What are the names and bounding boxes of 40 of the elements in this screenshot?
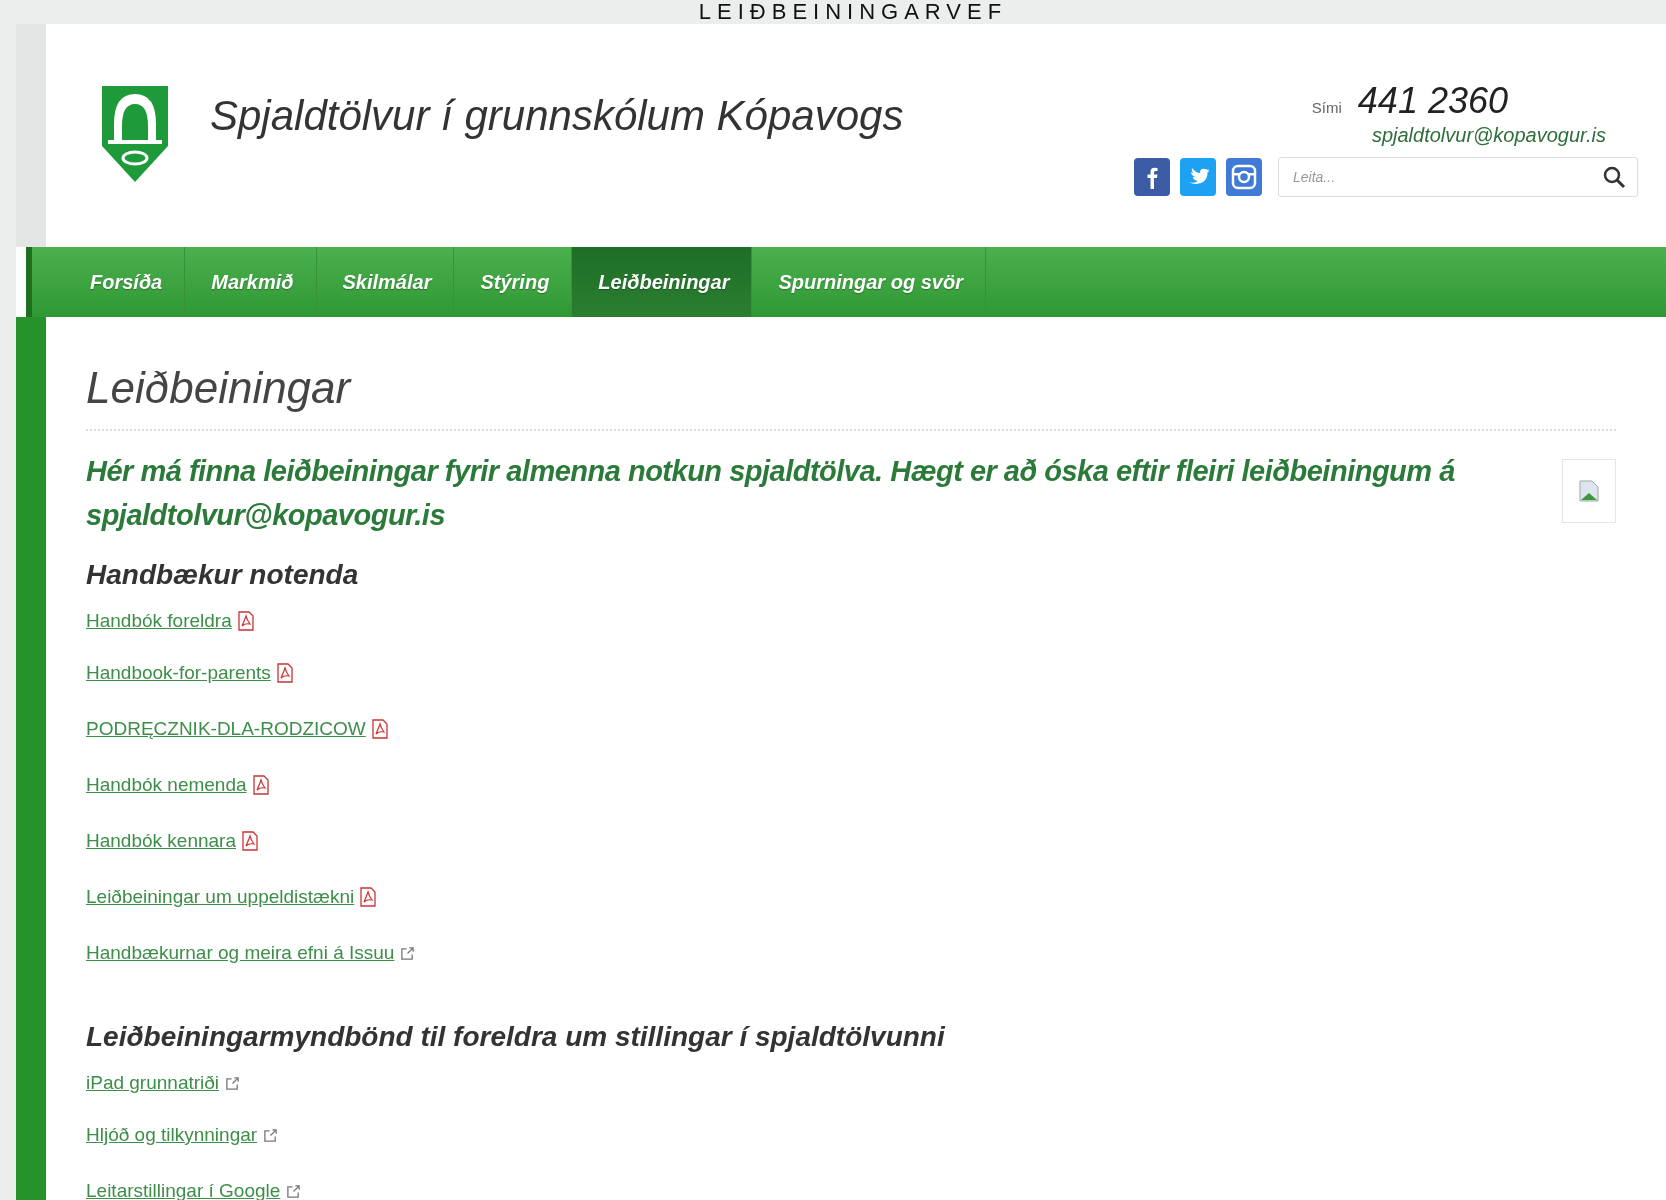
intro-text: Hér má finna leiðbeiningar fyrir almenna notkun spjaldtölva. Hægt er að óska eftir fleiri leiðbeiningum á spjaldtolvur@kopavogur.is xyxy=(86,454,1456,533)
nav-tab[interactable]: Skilmálar xyxy=(316,247,455,317)
document-link[interactable]: Handbook-for-parents xyxy=(86,662,271,684)
external-link-icon xyxy=(286,1183,302,1199)
pdf-file-icon xyxy=(371,719,388,739)
facebook-icon[interactable] xyxy=(1134,158,1170,196)
slide-title: LEIÐBEININGARVEF xyxy=(697,0,1009,24)
section-heading: Handbækur notenda xyxy=(86,559,360,591)
nav-tab[interactable]: Leiðbeiningar xyxy=(572,247,753,317)
pdf-file-icon xyxy=(360,887,377,907)
document-link[interactable]: Leiðbeiningar um uppeldistækni xyxy=(86,886,355,908)
phone-number: 441 2360 xyxy=(1357,80,1508,122)
pdf-file-icon xyxy=(252,775,269,795)
broken-image-icon xyxy=(1562,459,1616,523)
pdf-file-icon xyxy=(276,663,293,683)
email-link[interactable]: spjaldtolvur@kopavogur.is xyxy=(1371,124,1606,147)
page-heading: Leiðbeiningar xyxy=(86,363,353,413)
external-link-icon xyxy=(225,1075,241,1091)
nav-tab[interactable]: Markmið xyxy=(185,247,317,317)
document-link[interactable]: Handbækurnar og meira efni á Issuu xyxy=(86,942,395,964)
section-heading: Leiðbeiningarmyndbönd til foreldra um stillingar í spjaldtölvunni xyxy=(86,1021,947,1053)
external-link-icon xyxy=(263,1127,279,1143)
phone-label: Sími xyxy=(1311,99,1342,116)
document-link[interactable]: Hljóð og tilkynningar xyxy=(86,1124,258,1146)
instagram-icon[interactable] xyxy=(1226,158,1262,196)
search-icon[interactable] xyxy=(1602,165,1626,189)
search-field[interactable]: Leita... xyxy=(1278,157,1638,197)
shield-logo-icon xyxy=(100,84,170,184)
pdf-file-icon xyxy=(242,831,258,851)
nav-tab[interactable]: Spurningar og svör xyxy=(752,247,986,317)
document-link[interactable]: Handbók nemenda xyxy=(86,774,247,796)
document-link[interactable]: Handbók foreldra xyxy=(86,610,232,632)
external-link-icon xyxy=(400,945,416,961)
twitter-icon[interactable] xyxy=(1180,158,1216,196)
nav-tab[interactable]: Forsíða xyxy=(32,247,186,317)
pdf-file-icon xyxy=(237,611,254,631)
site-title: Spjaldtölvur í grunnskólum Kópavogs xyxy=(210,92,905,140)
document-link[interactable]: Handbók kennara xyxy=(86,830,236,852)
document-link[interactable]: iPad grunnatriði xyxy=(86,1072,220,1094)
document-link[interactable]: PODRĘCZNIK-DLA-RODZICOW xyxy=(86,718,366,740)
